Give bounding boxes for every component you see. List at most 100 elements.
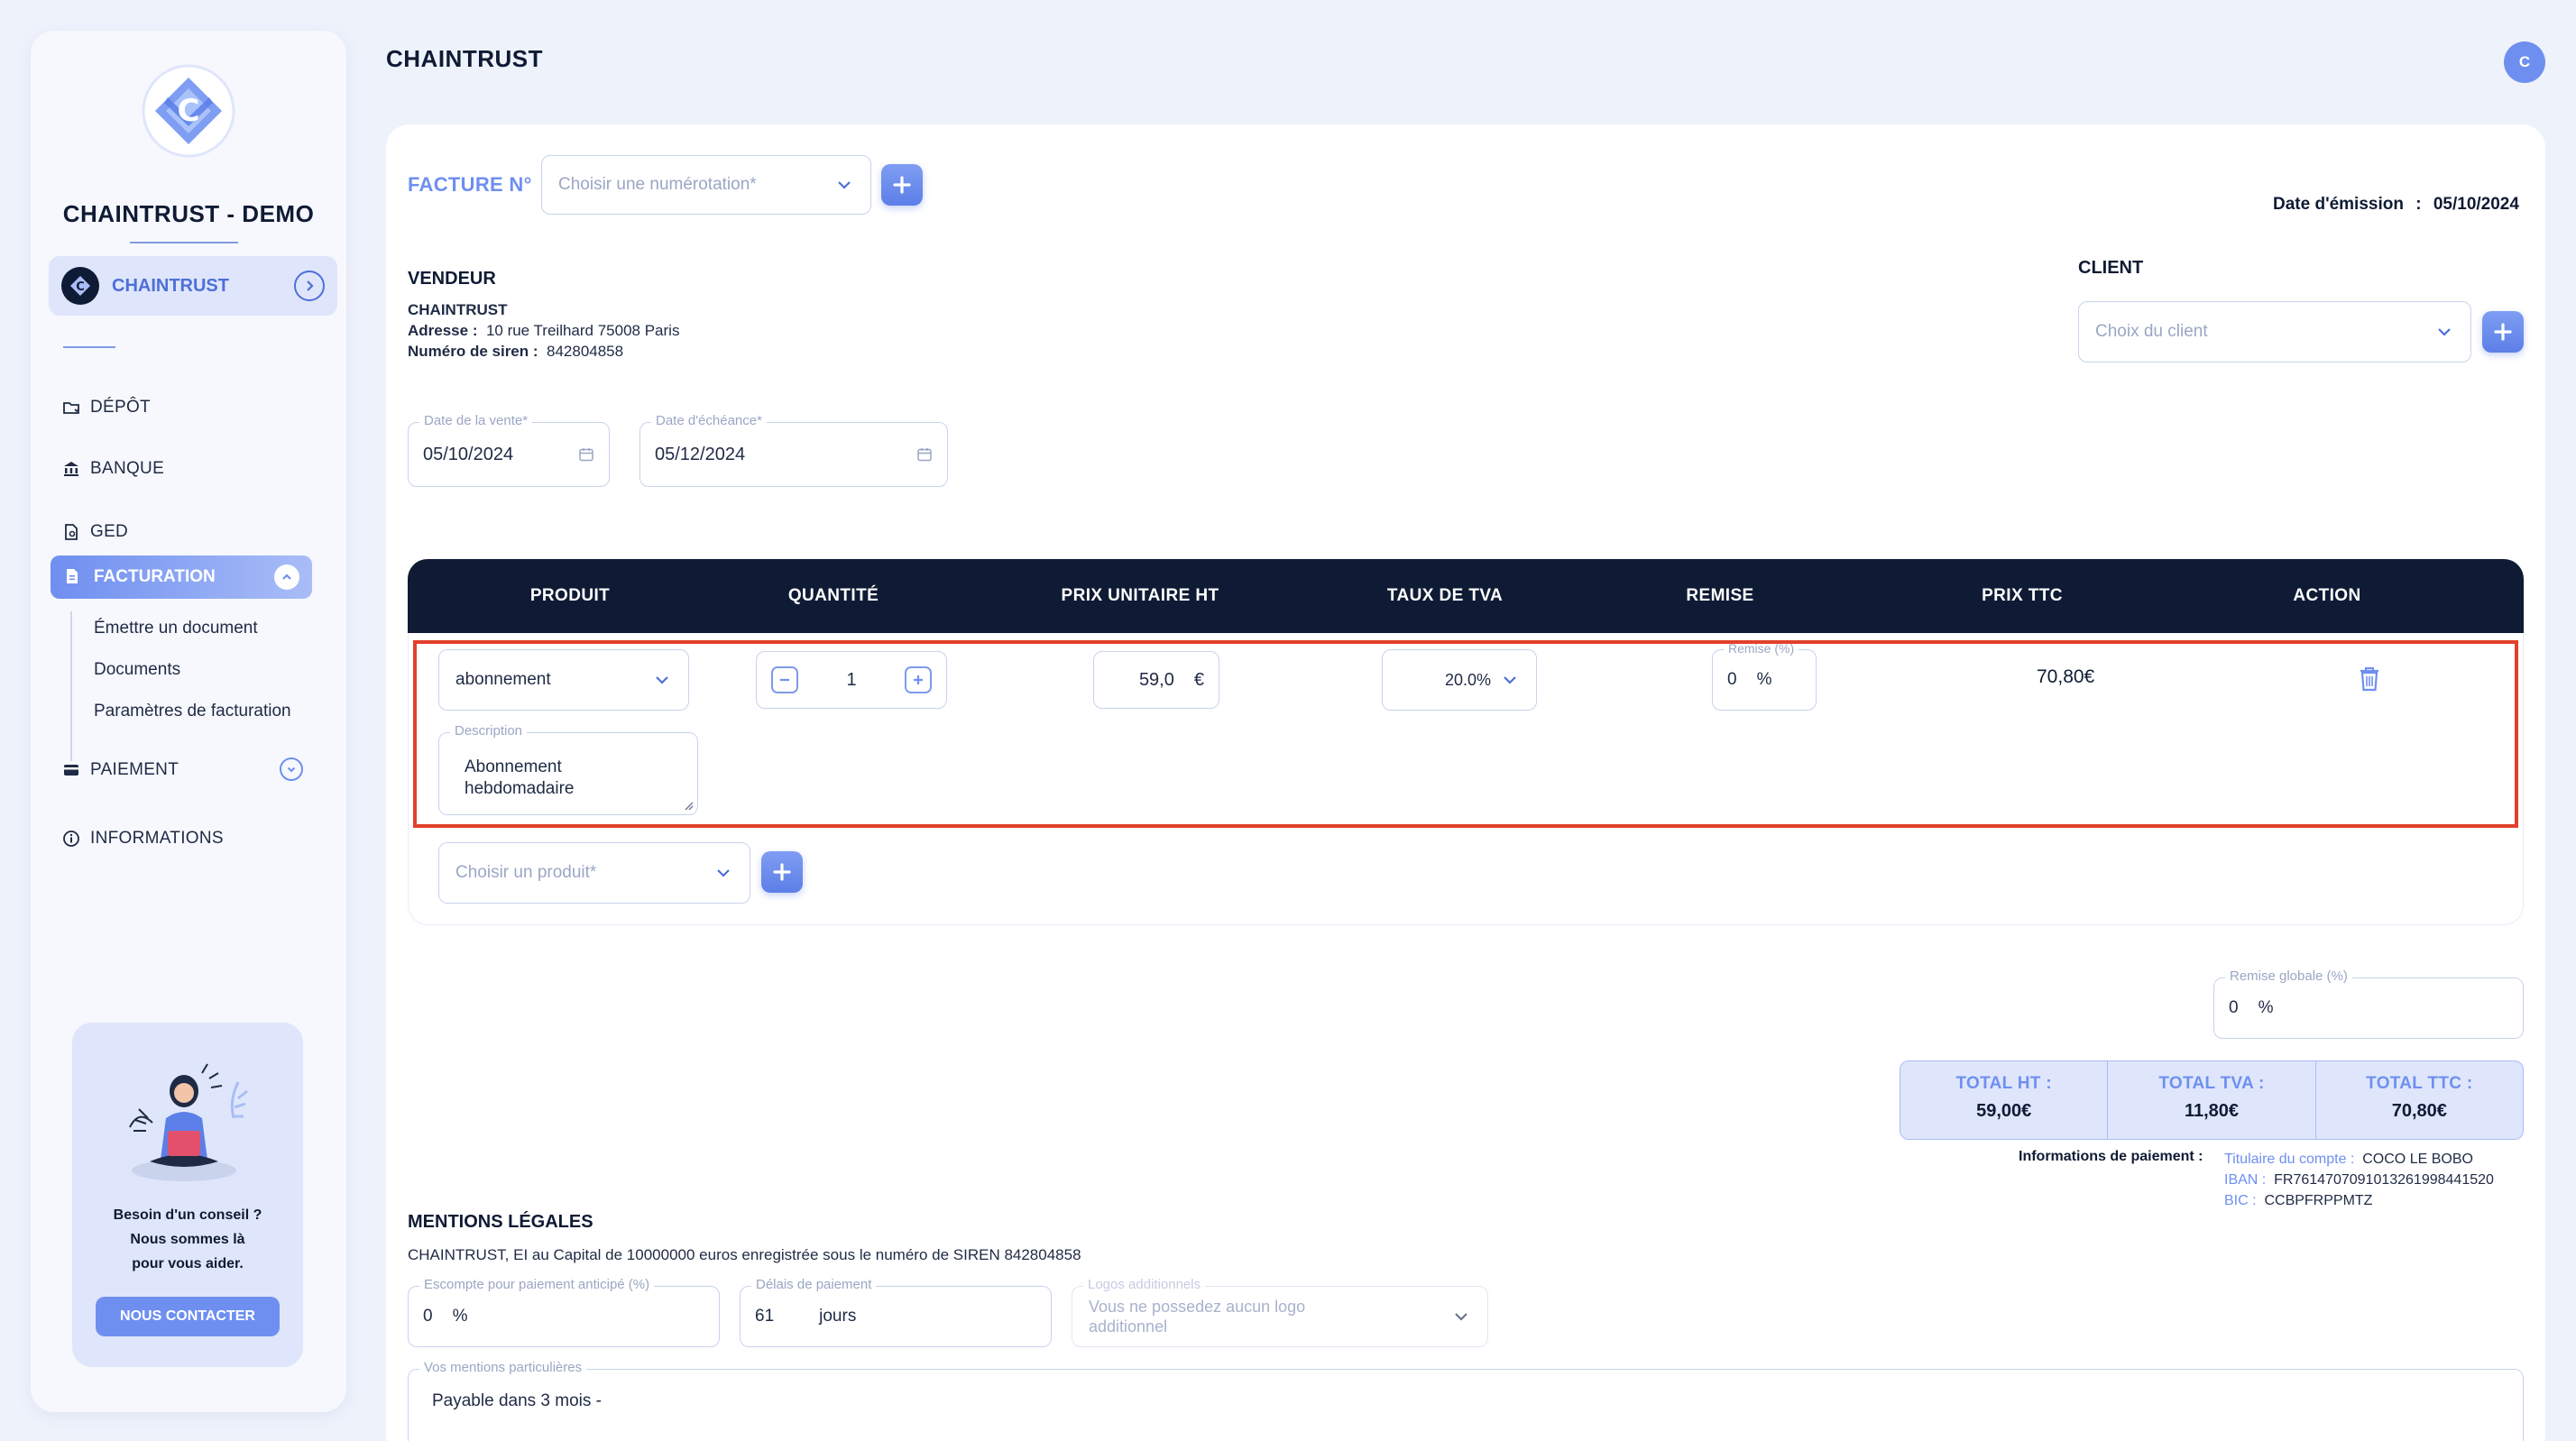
plus-icon [773, 863, 791, 881]
bic: CCBPFRPPMTZ [2264, 1193, 2373, 1208]
chevron-up-icon[interactable] [274, 564, 299, 590]
total-ttc: TOTAL TTC : 70,80€ [2366, 1074, 2473, 1121]
client-select[interactable]: Choix du client [2078, 301, 2471, 363]
document-search-icon [61, 522, 81, 542]
column-header: TAUX DE TVA [1386, 586, 1504, 605]
legal-title: MENTIONS LÉGALES [408, 1212, 593, 1232]
vendor-siren: 842804858 [547, 343, 624, 360]
payment-info: Titulaire du compte : COCO LE BOBO IBAN … [2224, 1152, 2494, 1208]
column-header: PRIX UNITAIRE HT [1061, 586, 1219, 605]
escompte-field[interactable]: Escompte pour paiement anticipé (%) 0 % [408, 1277, 720, 1347]
plus-icon [893, 176, 911, 194]
client-placeholder: Choix du client [2095, 322, 2208, 341]
due-date-label: Date d'échéance* [651, 413, 767, 429]
sale-date-field[interactable]: Date de la vente* 05/10/2024 [408, 413, 610, 487]
add-numbering-button[interactable] [881, 164, 923, 206]
svg-text:C: C [76, 280, 85, 294]
column-header: QUANTITÉ [787, 586, 879, 605]
nav-item-ged[interactable]: GED [61, 514, 128, 550]
mentions-textarea[interactable]: Vos mentions particulières Payable dans … [408, 1360, 2524, 1441]
plus-icon [2494, 323, 2512, 341]
upload-folder-icon [61, 398, 81, 418]
chevron-right-icon[interactable] [294, 271, 325, 301]
invoice-number-label: FACTURE N° [408, 173, 532, 196]
logos-label: Logos additionnels [1083, 1277, 1206, 1293]
help-message: Besoin d'un conseil ? Nous sommes là pou… [113, 1207, 262, 1271]
emission-date-label: Date d'émission [2273, 195, 2404, 214]
due-date-field[interactable]: Date d'échéance* 05/12/2024 [639, 413, 948, 487]
sale-date-label: Date de la vente* [419, 413, 533, 429]
info-icon [61, 829, 81, 849]
totals-box: TOTAL HT : 59,00€ TOTAL TVA : 11,80€ TOT… [1900, 1060, 2524, 1140]
highlighted-row-frame [413, 640, 2518, 828]
account-holder: COCO LE BOBO [2362, 1152, 2473, 1167]
nav-label: PAIEMENT [90, 760, 179, 779]
vendor-title: VENDEUR [408, 269, 496, 289]
bank-icon [61, 459, 81, 479]
logos-select[interactable]: Logos additionnels Vous ne possedez aucu… [1072, 1277, 1488, 1347]
column-header: PRIX TTC [1982, 586, 2063, 605]
legal-text: CHAINTRUST, EI au Capital de 10000000 eu… [408, 1246, 1081, 1263]
numbering-placeholder: Choisir une numérotation* [558, 175, 757, 194]
payment-info-title: Informations de paiement : [2019, 1149, 2203, 1164]
invoice-card: FACTURE N° Choisir une numérotation* Dat… [386, 124, 2545, 1441]
add-product-button[interactable] [761, 851, 803, 893]
calendar-icon[interactable] [916, 446, 933, 463]
products-table-header: PRODUIT QUANTITÉ PRIX UNITAIRE HT TAUX D… [408, 559, 2524, 633]
due-date-value: 05/12/2024 [655, 444, 746, 464]
sale-date-value: 05/10/2024 [423, 444, 514, 464]
company-name: CHAINTRUST [112, 275, 229, 296]
vendor-address: 10 rue Treilhard 75008 Paris [485, 322, 680, 339]
percent-symbol: % [2258, 998, 2274, 1017]
global-discount-field[interactable]: Remise globale (%) 0 % [2213, 968, 2524, 1039]
submenu-item-emettre[interactable]: Émettre un document [94, 619, 258, 638]
emission-date: Date d'émission : 05/10/2024 [2273, 195, 2519, 214]
global-discount-value: 0 [2229, 998, 2239, 1017]
submenu-item-documents[interactable]: Documents [94, 660, 180, 680]
mentions-label: Vos mentions particulières [419, 1360, 587, 1376]
nav-label: GED [90, 522, 129, 541]
chevron-down-icon [713, 863, 733, 883]
column-header: ACTION [2293, 586, 2361, 605]
payment-delay-label: Délais de paiement [751, 1277, 877, 1293]
payment-delay-unit: jours [819, 1307, 857, 1326]
emission-date-value: 05/10/2024 [2433, 195, 2519, 214]
add-client-button[interactable] [2482, 311, 2524, 353]
logos-placeholder: Vous ne possedez aucun logo additionnel [1089, 1298, 1306, 1335]
total-tva: TOTAL TVA : 11,80€ [2108, 1061, 2316, 1139]
global-discount-label: Remise globale (%) [2225, 968, 2352, 985]
escompte-value: 0 [423, 1307, 433, 1326]
company-logo-icon: C [61, 267, 99, 305]
column-header: PRODUIT [529, 586, 611, 605]
user-avatar[interactable]: C [2504, 41, 2545, 83]
page-title: CHAINTRUST [386, 45, 543, 72]
mentions-value: Payable dans 3 mois - [432, 1391, 602, 1410]
nav-item-facturation[interactable]: FACTURATION [51, 555, 312, 599]
chevron-down-icon [834, 175, 854, 195]
company-switcher[interactable]: C CHAINTRUST [49, 256, 337, 316]
svg-text:C: C [178, 93, 200, 129]
nav-label: BANQUE [90, 459, 165, 478]
nav-item-informations[interactable]: INFORMATIONS [61, 821, 224, 857]
contact-us-button[interactable]: NOUS CONTACTER [96, 1297, 280, 1336]
submenu-item-parametres[interactable]: Paramètres de facturation [94, 702, 291, 721]
nav-item-banque[interactable]: BANQUE [61, 451, 164, 487]
vendor-name: CHAINTRUST [408, 301, 508, 318]
nav-item-depot[interactable]: DÉPÔT [61, 390, 151, 426]
vendor-info: CHAINTRUST Adresse : 10 rue Treilhard 75… [408, 301, 680, 360]
chevron-down-icon[interactable] [280, 757, 303, 781]
payment-delay-value: 61 [755, 1307, 775, 1326]
nav-label: DÉPÔT [90, 398, 151, 417]
chevron-down-icon [1451, 1307, 1471, 1326]
payment-delay-field[interactable]: Délais de paiement 61 jours [740, 1277, 1052, 1347]
column-header: REMISE [1686, 586, 1754, 605]
divider [63, 346, 115, 348]
nav-item-paiement[interactable]: PAIEMENT [61, 752, 179, 788]
divider [130, 242, 238, 243]
calendar-icon[interactable] [578, 446, 594, 463]
add-product-select[interactable]: Choisir un produit* [438, 842, 750, 904]
chaintrust-logo: C [31, 61, 346, 179]
numbering-select[interactable]: Choisir une numérotation* [541, 155, 871, 215]
add-product-placeholder: Choisir un produit* [455, 863, 597, 882]
submenu-line [70, 611, 72, 761]
